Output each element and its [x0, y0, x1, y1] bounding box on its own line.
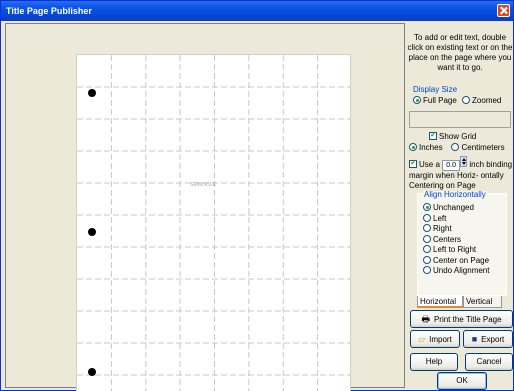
options-panel: To add or edit text, double click on exi… [407, 23, 513, 390]
binder-hole-middle [88, 228, 96, 236]
help-button[interactable]: Help [410, 353, 458, 371]
binder-hole-bottom [88, 368, 96, 376]
binding-margin-input[interactable]: 0.0 [442, 160, 461, 171]
display-size-options: Full Page Zoomed [413, 96, 504, 105]
display-full-page-radio[interactable]: Full Page [413, 96, 457, 105]
units-options: Inches Centimeters [409, 143, 505, 152]
align-left-radio[interactable]: Left [423, 213, 489, 225]
units-centimeters-radio[interactable]: Centimeters [451, 143, 505, 152]
align-undo-alignment-radio[interactable]: Undo Alignment [423, 266, 489, 277]
units-inches-radio[interactable]: Inches [409, 143, 443, 152]
page-center-text[interactable]: SEMINOLE [190, 182, 216, 188]
page-canvas-frame: SEMINOLE [5, 23, 405, 391]
cancel-button[interactable]: Cancel [465, 353, 513, 371]
floppy-disk-icon: ■ [471, 334, 478, 344]
status-box [409, 111, 511, 128]
folder-icon: ▱ [418, 334, 426, 344]
align-horizontally-group: Align Horizontally Unchanged Left Right … [417, 190, 507, 296]
tab-vertical[interactable]: Vertical [463, 296, 502, 308]
binding-margin-checkbox[interactable]: Use a [409, 158, 440, 169]
align-right-radio[interactable]: Right [423, 224, 489, 235]
ok-button[interactable]: OK [437, 372, 487, 390]
binder-hole-top [88, 89, 96, 97]
show-grid-checkbox[interactable]: Show Grid [429, 130, 476, 141]
binding-margin-unit: inch [469, 160, 485, 169]
display-size-label: Display Size [413, 85, 458, 94]
align-unchanged-radio[interactable]: Unchanged [423, 203, 489, 214]
close-icon[interactable] [497, 4, 510, 17]
align-horizontally-legend: Align Horizontally [423, 190, 487, 199]
align-left-to-right-radio[interactable]: Left to Right [423, 245, 489, 256]
title-bar: Title Page Publisher [1, 1, 513, 21]
align-centers-radio[interactable]: Centers [423, 234, 489, 246]
align-center-on-page-radio[interactable]: Center on Page [423, 255, 489, 267]
title-page-canvas[interactable]: SEMINOLE [76, 54, 351, 391]
binding-margin-spinner[interactable] [460, 156, 468, 167]
print-title-page-button[interactable]: 🖶 Print the Title Page [410, 310, 513, 328]
window-title: Title Page Publisher [6, 6, 92, 16]
align-tabs: Horizontal Vertical [417, 296, 507, 309]
display-zoomed-radio[interactable]: Zoomed [462, 96, 501, 105]
printer-icon: 🖶 [421, 314, 430, 324]
binding-margin-row: Use a 0.0 inch binding margin when Horiz… [409, 156, 514, 191]
instructions-text: To add or edit text, double click on exi… [407, 33, 513, 72]
import-button[interactable]: ▱ Import [410, 330, 460, 348]
tab-horizontal[interactable]: Horizontal [417, 296, 463, 308]
page-grid [77, 55, 350, 391]
export-button[interactable]: ■ Export [463, 330, 513, 348]
title-page-publisher-window: Title Page Publisher SEMINOLE To add or … [0, 0, 514, 391]
